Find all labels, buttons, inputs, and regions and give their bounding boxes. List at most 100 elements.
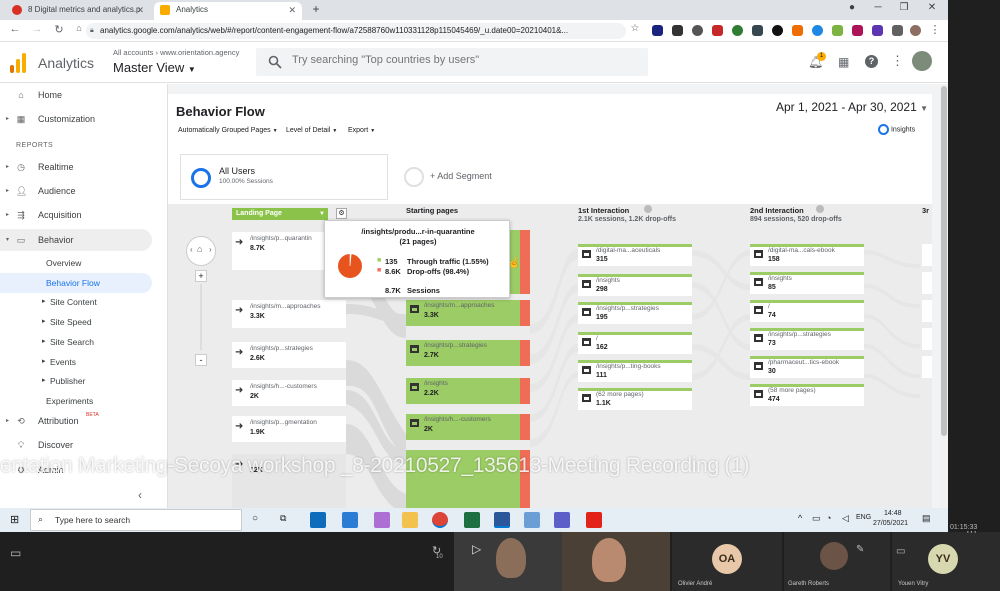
clock-time[interactable]: 14:48 — [884, 510, 902, 517]
teams-icon[interactable] — [554, 512, 570, 528]
sidebar-item-customization[interactable]: ▸ ▦ Customization — [0, 108, 152, 130]
add-segment-button[interactable]: + Add Segment — [402, 154, 602, 200]
extension-icon[interactable] — [872, 25, 883, 36]
new-tab-button[interactable]: + — [306, 2, 326, 16]
windows-start-icon[interactable]: ⊞ — [10, 513, 19, 526]
sidebar-item-home[interactable]: ⌂ Home — [0, 84, 152, 106]
interaction-node[interactable]: /digital-ma...cals-ebook 158 — [750, 244, 864, 266]
close-window-button[interactable]: ✕ — [922, 2, 942, 13]
edit-icon[interactable]: ✎ — [856, 544, 864, 555]
sidebar-item-behavior[interactable]: ▾ ▭ Behavior — [0, 229, 152, 251]
taskbar-search-box[interactable]: ⌕ Type here to search — [30, 509, 242, 531]
toolbar-level-of-detail[interactable]: Level of Detail ▼ — [286, 127, 337, 134]
sidebar-subitem-publisher[interactable]: ▸ Publisher — [0, 371, 152, 391]
participant-tile-olivier[interactable]: OA Olivier André — [672, 532, 782, 591]
task-view-icon[interactable]: ⧉ — [280, 513, 286, 524]
starting-node[interactable]: /insights 2.2K — [406, 378, 530, 404]
extension-icon[interactable] — [832, 25, 843, 36]
url-field[interactable]: 🔒︎ analytics.google.com/analytics/web/#/… — [86, 23, 626, 39]
chat-icon[interactable]: ▭ — [10, 546, 21, 560]
sidebar-subitem-experiments[interactable]: Experiments — [0, 391, 152, 411]
snip-icon[interactable] — [374, 512, 390, 528]
close-tab-icon[interactable]: ✕ — [288, 2, 296, 18]
interaction-node[interactable] — [922, 244, 932, 266]
sidebar-subitem-site-content[interactable]: ▸ Site Content — [0, 292, 152, 312]
pan-right-icon[interactable]: › — [209, 245, 212, 254]
toolbar-export[interactable]: Export ▼ — [348, 127, 375, 134]
chrome-menu-icon[interactable]: ⋮ — [928, 23, 942, 36]
view-selector[interactable]: Master View ▼ — [113, 60, 196, 75]
clock-date[interactable]: 27/05/2021 — [873, 520, 908, 527]
sidebar-subitem-behavior-flow[interactable]: Behavior Flow — [0, 273, 152, 293]
close-tab-icon[interactable]: ✕ — [136, 2, 144, 18]
starting-node[interactable]: /insights/h...-customers 2K — [406, 414, 530, 440]
language-indicator[interactable]: ENG — [856, 514, 871, 521]
sidebar-subitem-site-speed[interactable]: ▸ Site Speed — [0, 312, 152, 332]
search-input[interactable] — [292, 54, 632, 66]
sidebar-subitem-site-search[interactable]: ▸ Site Search — [0, 332, 152, 352]
interaction-node[interactable]: (58 more pages) 474 — [750, 384, 864, 406]
user-avatar[interactable] — [912, 51, 932, 71]
extension-icon[interactable] — [852, 25, 863, 36]
pan-left-icon[interactable]: ‹ — [190, 245, 193, 254]
forward-icon[interactable]: → — [30, 23, 44, 35]
extension-icon[interactable] — [712, 25, 723, 36]
starting-node[interactable]: /insights/p...strategies 2.7K — [406, 340, 530, 366]
participant-video-tile[interactable] — [562, 532, 670, 591]
interaction-node[interactable] — [922, 272, 932, 294]
sidebar-subitem-events[interactable]: ▸ Events — [0, 352, 152, 372]
interaction-node[interactable]: / 162 — [578, 332, 692, 354]
date-range-picker[interactable]: Apr 1, 2021 - Apr 30, 2021 ▼ — [776, 100, 928, 114]
info-dot-icon[interactable] — [644, 205, 652, 213]
profile-avatar[interactable] — [910, 25, 921, 36]
info-dot-icon[interactable] — [816, 205, 824, 213]
landing-node[interactable]: ➜ /insights/m...approaches 3.3K — [232, 300, 346, 328]
sidebar-item-acquisition[interactable]: ▸ ⇶ Acquisition — [0, 204, 152, 226]
landing-node[interactable]: ➜ /insights/h...-customers 2K — [232, 380, 346, 406]
segment-all-users[interactable]: All Users 100.00% Sessions — [180, 154, 388, 200]
interaction-node[interactable]: /insights/p...strategies 195 — [578, 302, 692, 324]
sidebar-item-realtime[interactable]: ▸ ◷ Realtime — [0, 156, 152, 178]
extension-icon[interactable] — [652, 25, 663, 36]
back-icon[interactable]: ← — [8, 23, 22, 35]
page-scrollbar[interactable] — [940, 84, 948, 508]
puzzle-extensions-icon[interactable] — [892, 25, 903, 36]
more-vert-icon[interactable]: ⋮ — [891, 53, 904, 69]
interaction-node[interactable] — [922, 356, 932, 378]
interaction-node[interactable]: /insights 298 — [578, 274, 692, 296]
participant-video-tile[interactable]: ▷ — [454, 532, 562, 591]
toolbar-grouped-pages[interactable]: Automatically Grouped Pages ▼ — [178, 127, 278, 134]
interaction-node[interactable]: /insights 85 — [750, 272, 864, 294]
home-icon[interactable]: ⌂ — [72, 23, 86, 33]
volume-icon[interactable]: ◁ — [842, 513, 849, 524]
extension-icon[interactable] — [752, 25, 763, 36]
interaction-node[interactable]: (62 more pages) 1.1K — [578, 388, 692, 410]
cortana-icon[interactable]: ○ — [252, 513, 258, 524]
app-icon[interactable] — [524, 512, 540, 528]
file-explorer-icon[interactable] — [402, 512, 418, 528]
zoom-out-button[interactable]: - — [195, 354, 207, 366]
home-icon[interactable]: ⌂ — [197, 244, 202, 254]
minimize-button[interactable]: ─ — [868, 2, 888, 13]
outlook-icon[interactable] — [310, 512, 326, 528]
interaction-node[interactable]: /insights/p...strategies 73 — [750, 328, 864, 350]
landing-node[interactable]: ➜ /insights/p...gmentation 1.9K — [232, 416, 346, 442]
starting-node[interactable]: /insights/m...approaches 3.3K — [406, 300, 530, 326]
interaction-node[interactable]: /pharmaceut...tics-ebook 30 — [750, 356, 864, 378]
participant-tile-youen[interactable]: ▭ YV Youen Vitry ··· — [892, 526, 1000, 591]
extension-icon[interactable] — [672, 25, 683, 36]
sidebar-item-audience[interactable]: ▸ 👤︎ Audience — [0, 180, 152, 202]
interaction-node[interactable] — [922, 328, 932, 350]
sidebar-item-attribution[interactable]: ▸ ⟲ Attribution BETA — [0, 410, 152, 432]
behavior-flow-canvas[interactable]: ‹ ⌂ › + - Landing Page ▼ ⚙ Starting pages… — [168, 204, 932, 532]
interaction-node[interactable] — [922, 300, 932, 322]
notifications-icon[interactable]: ▤ — [922, 513, 931, 524]
chrome-icon[interactable] — [432, 512, 448, 528]
landing-page-dropdown[interactable]: Landing Page ▼ — [232, 208, 328, 220]
search-box[interactable] — [256, 48, 648, 76]
extension-icon[interactable] — [772, 25, 783, 36]
calculator-icon[interactable] — [342, 512, 358, 528]
extension-icon[interactable] — [812, 25, 823, 36]
sidebar-item-discover[interactable]: 💡︎ Discover — [0, 434, 152, 456]
excel-icon[interactable] — [464, 512, 480, 528]
